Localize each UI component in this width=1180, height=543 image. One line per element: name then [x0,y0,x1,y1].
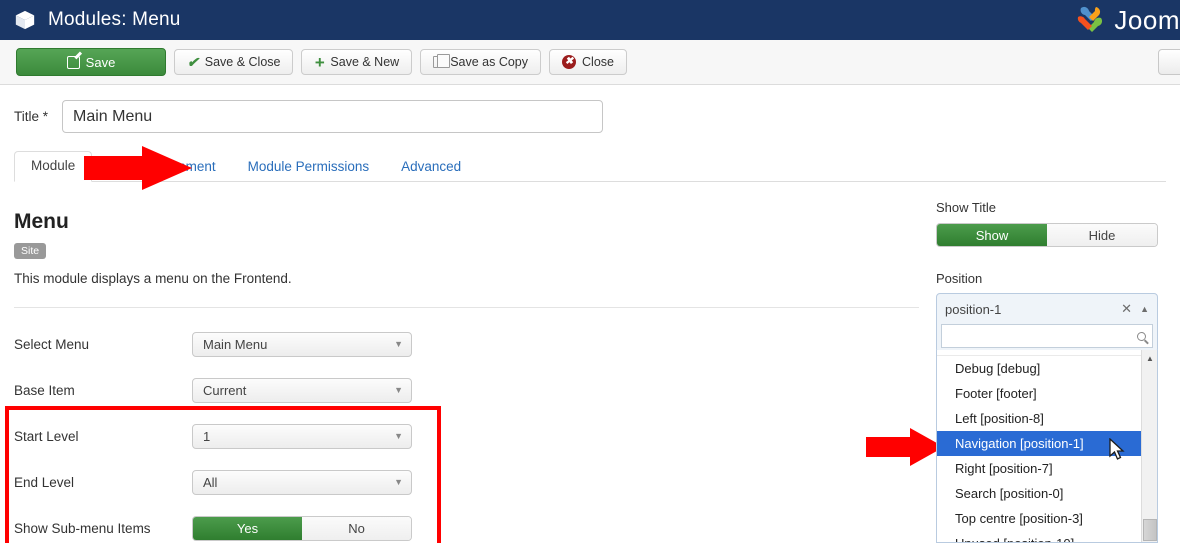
tab-advanced[interactable]: Advanced [385,153,477,182]
close-button[interactable]: ✖ Close [549,49,627,75]
save-and-new-label: Save & New [330,55,400,69]
mouse-cursor-icon [1109,437,1127,467]
show-submenu-items-toggle[interactable]: Yes No [192,515,412,541]
section-divider [14,307,919,308]
list-item[interactable]: Left [position-8] [937,406,1142,431]
position-search-input[interactable] [948,329,1137,343]
position-options-list[interactable]: Protostar Debug [debug] Footer [footer] … [936,350,1158,543]
app-root: Modules: Menu Joom Save ✔ Save & Close +… [0,0,1180,543]
close-button-label: Close [582,55,614,69]
plus-icon: + [314,52,325,72]
joomla-mark-icon [1073,4,1107,36]
save-and-new-button[interactable]: + Save & New [301,49,413,75]
position-combobox-header[interactable]: position-1 ✕ ▲ [941,298,1153,320]
position-search-box[interactable] [941,324,1153,348]
save-as-copy-button[interactable]: Save as Copy [420,49,542,75]
joomla-logo: Joom [1073,4,1180,36]
list-item[interactable]: Search [position-0] [937,481,1142,506]
show-title-label: Show Title [936,200,996,215]
save-button-label: Save [85,54,116,70]
tab-menu-assignment-label: Menu Assignment [108,159,216,174]
close-circle-icon: ✖ [562,55,577,69]
label-start-level: Start Level [14,428,79,444]
title-field-row: Title * [14,100,603,133]
tab-menu-assignment[interactable]: Menu Assignment [92,153,231,182]
show-submenu-yes-option[interactable]: Yes [193,516,302,540]
base-item-value: Current [203,382,247,398]
end-level-dropdown[interactable]: All ▼ [192,469,412,495]
tab-module-label: Module [31,158,76,173]
pencil-square-icon [66,55,80,69]
select-menu-value: Main Menu [203,336,268,352]
close-x-icon[interactable]: ✕ [1121,301,1132,317]
list-item[interactable]: Top centre [position-3] [937,506,1142,531]
start-level-dropdown[interactable]: 1 ▼ [192,423,412,449]
field-row-show-submenu-items: Show Sub-menu Items Yes No [14,514,434,542]
title-input[interactable] [62,100,603,133]
list-item[interactable]: Debug [debug] [937,356,1142,381]
check-icon: ✔ [187,54,199,70]
right-options-panel: Show Title Show Hide Position [936,200,1166,294]
header-right-group: Joom [1073,0,1180,40]
annotation-arrow-navigation-option [866,427,946,472]
page-title: Modules: Menu [48,9,181,30]
base-item-dropdown[interactable]: Current ▼ [192,377,412,403]
position-list-scrollbar[interactable]: ▲ [1141,350,1157,542]
position-combobox[interactable]: position-1 ✕ ▲ [936,293,1158,353]
tab-advanced-label: Advanced [401,159,462,174]
joomla-wordmark: Joom [1114,4,1180,35]
field-row-start-level: Start Level 1 ▼ [14,422,434,450]
show-title-hide-option[interactable]: Hide [1047,224,1157,246]
toolbar-overflow-button[interactable] [1158,49,1180,75]
field-row-end-level: End Level All ▼ [14,468,434,496]
scroll-up-icon[interactable]: ▲ [1142,350,1157,366]
save-as-copy-label: Save as Copy [450,55,529,69]
list-item[interactable]: Unused [position-10] [937,531,1142,542]
position-label: Position [936,271,983,286]
header-left-group: Modules: Menu [0,9,181,31]
chevron-down-icon: ▼ [394,430,403,441]
editor-tabs: Module Menu Assignment Module Permission… [14,150,1166,182]
end-level-value: All [203,474,218,490]
show-title-show-option[interactable]: Show [937,224,1047,246]
position-selected-value: position-1 [945,301,1002,317]
status-badge: Site [14,243,47,259]
start-level-value: 1 [203,428,211,444]
field-row-base-item: Base Item Current ▼ [14,376,434,404]
title-field-label: Title * [14,109,49,124]
module-heading: Menu [14,210,69,233]
app-header: Modules: Menu Joom [0,0,1180,40]
chevron-down-icon: ▼ [394,384,403,395]
scrollbar-thumb[interactable] [1143,519,1157,541]
module-info-block: Menu Site This module displays a menu on… [14,210,292,286]
select-menu-dropdown[interactable]: Main Menu ▼ [192,331,412,357]
chevron-up-icon[interactable]: ▲ [1140,304,1149,314]
label-end-level: End Level [14,474,75,490]
save-and-close-label: Save & Close [204,55,281,69]
module-description: This module displays a menu on the Front… [14,271,292,286]
tab-module-permissions[interactable]: Module Permissions [232,153,386,182]
show-submenu-no-option[interactable]: No [302,516,411,540]
chevron-down-icon: ▼ [394,338,403,349]
tab-module[interactable]: Module [14,151,93,182]
label-select-menu: Select Menu [14,336,90,352]
field-row-select-menu: Select Menu Main Menu ▼ [14,330,434,358]
save-and-close-button[interactable]: ✔ Save & Close [174,49,294,75]
search-icon [1137,331,1146,341]
list-item[interactable]: Footer [footer] [937,381,1142,406]
cube-icon [14,9,36,31]
show-title-toggle[interactable]: Show Hide [936,223,1158,247]
label-show-submenu-items: Show Sub-menu Items [14,520,151,536]
label-base-item: Base Item [14,382,75,398]
save-button[interactable]: Save [16,48,166,76]
editor-toolbar: Save ✔ Save & Close + Save & New Save as… [0,40,1180,85]
chevron-down-icon: ▼ [394,476,403,487]
copy-icon [433,54,451,68]
tab-module-permissions-label: Module Permissions [247,159,370,174]
